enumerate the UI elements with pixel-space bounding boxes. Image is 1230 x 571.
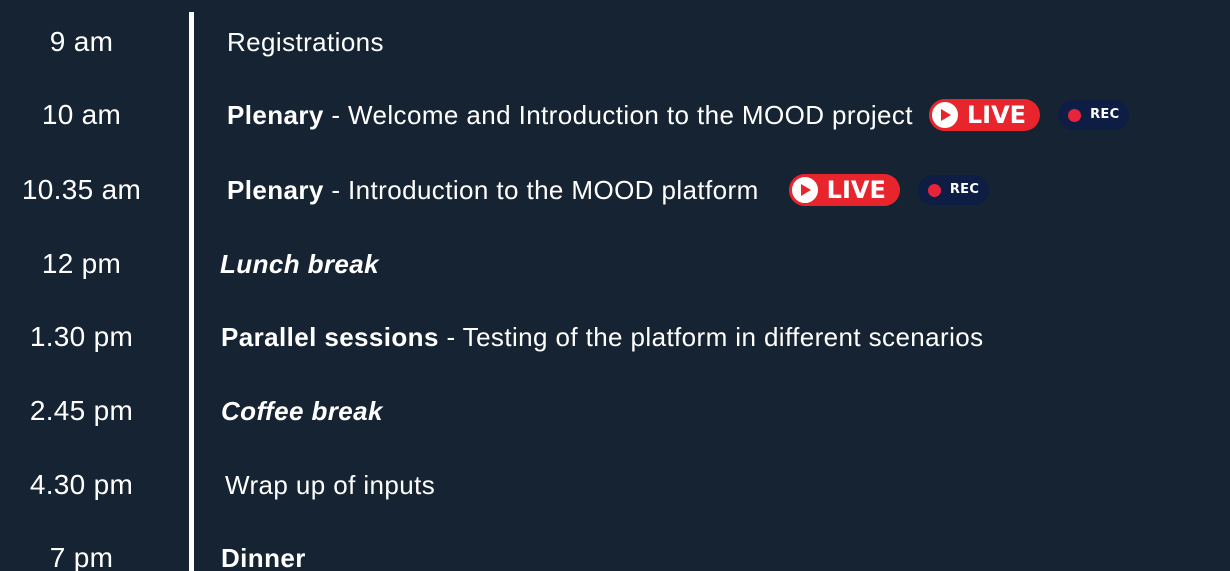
agenda-time: 2.45 pm [29,395,134,426]
live-badge[interactable]: LIVE [788,174,900,206]
live-label: LIVE [826,176,886,204]
agenda-event: Registrations [227,22,384,62]
agenda-event-text: - Welcome and Introduction to the MOOD p… [323,100,913,130]
play-icon [788,174,821,206]
agenda-row: 7 pm Dinner [0,538,1230,571]
rec-badge[interactable]: REC [917,175,990,205]
rec-label: REC [949,182,980,197]
agenda-event: Coffee break [221,391,383,431]
agenda-time: 4.30 pm [29,469,134,500]
rec-badge[interactable]: REC [1058,100,1130,130]
agenda-time: 1.30 pm [29,321,134,352]
agenda-event-text: - Testing of the platform in different s… [438,322,984,352]
agenda-event-title: Plenary [227,175,324,205]
agenda-event-text: Wrap up of inputs [225,470,436,500]
agenda-event-title: Dinner [221,543,306,571]
live-badge[interactable]: LIVE [928,99,1041,131]
agenda-row: 12 pm Lunch break [0,244,1230,284]
agenda-time: 12 pm [41,248,122,279]
agenda-time: 7 pm [49,542,114,571]
agenda-time: 9 am [49,26,114,57]
agenda-event: Lunch break [220,244,379,284]
agenda-row: 10 am Plenary - Welcome and Introduction… [0,95,1230,135]
agenda-row: 1.30 pm Parallel sessions - Testing of t… [0,317,1230,357]
agenda-row: 2.45 pm Coffee break [0,391,1230,431]
agenda-event-title: Lunch break [220,249,379,279]
agenda-event-title: Coffee break [221,396,383,426]
play-icon [928,99,961,131]
agenda-row: 10.35 am Plenary - Introduction to the M… [0,170,1230,210]
agenda-event-text: Registrations [227,27,384,57]
live-label: LIVE [966,101,1027,129]
agenda-event-title: Parallel sessions [221,322,439,352]
agenda-row: 4.30 pm Wrap up of inputs [0,465,1230,505]
agenda-event: Wrap up of inputs [225,465,435,505]
agenda-event-text: - Introduction to the MOOD platform [323,175,759,205]
agenda-row: 9 am Registrations [0,22,1230,62]
agenda-event: Plenary - Welcome and Introduction to th… [227,95,1130,135]
agenda-event: Parallel sessions - Testing of the platf… [221,317,984,357]
agenda-event: Dinner [221,538,306,571]
agenda-event-title: Plenary [227,100,324,130]
record-dot-icon [927,183,941,197]
agenda-time: 10 am [41,99,122,130]
agenda-event: Plenary - Introduction to the MOOD platf… [227,170,990,210]
agenda-time: 10.35 am [21,174,142,205]
record-dot-icon [1068,108,1082,122]
rec-label: REC [1090,107,1120,122]
